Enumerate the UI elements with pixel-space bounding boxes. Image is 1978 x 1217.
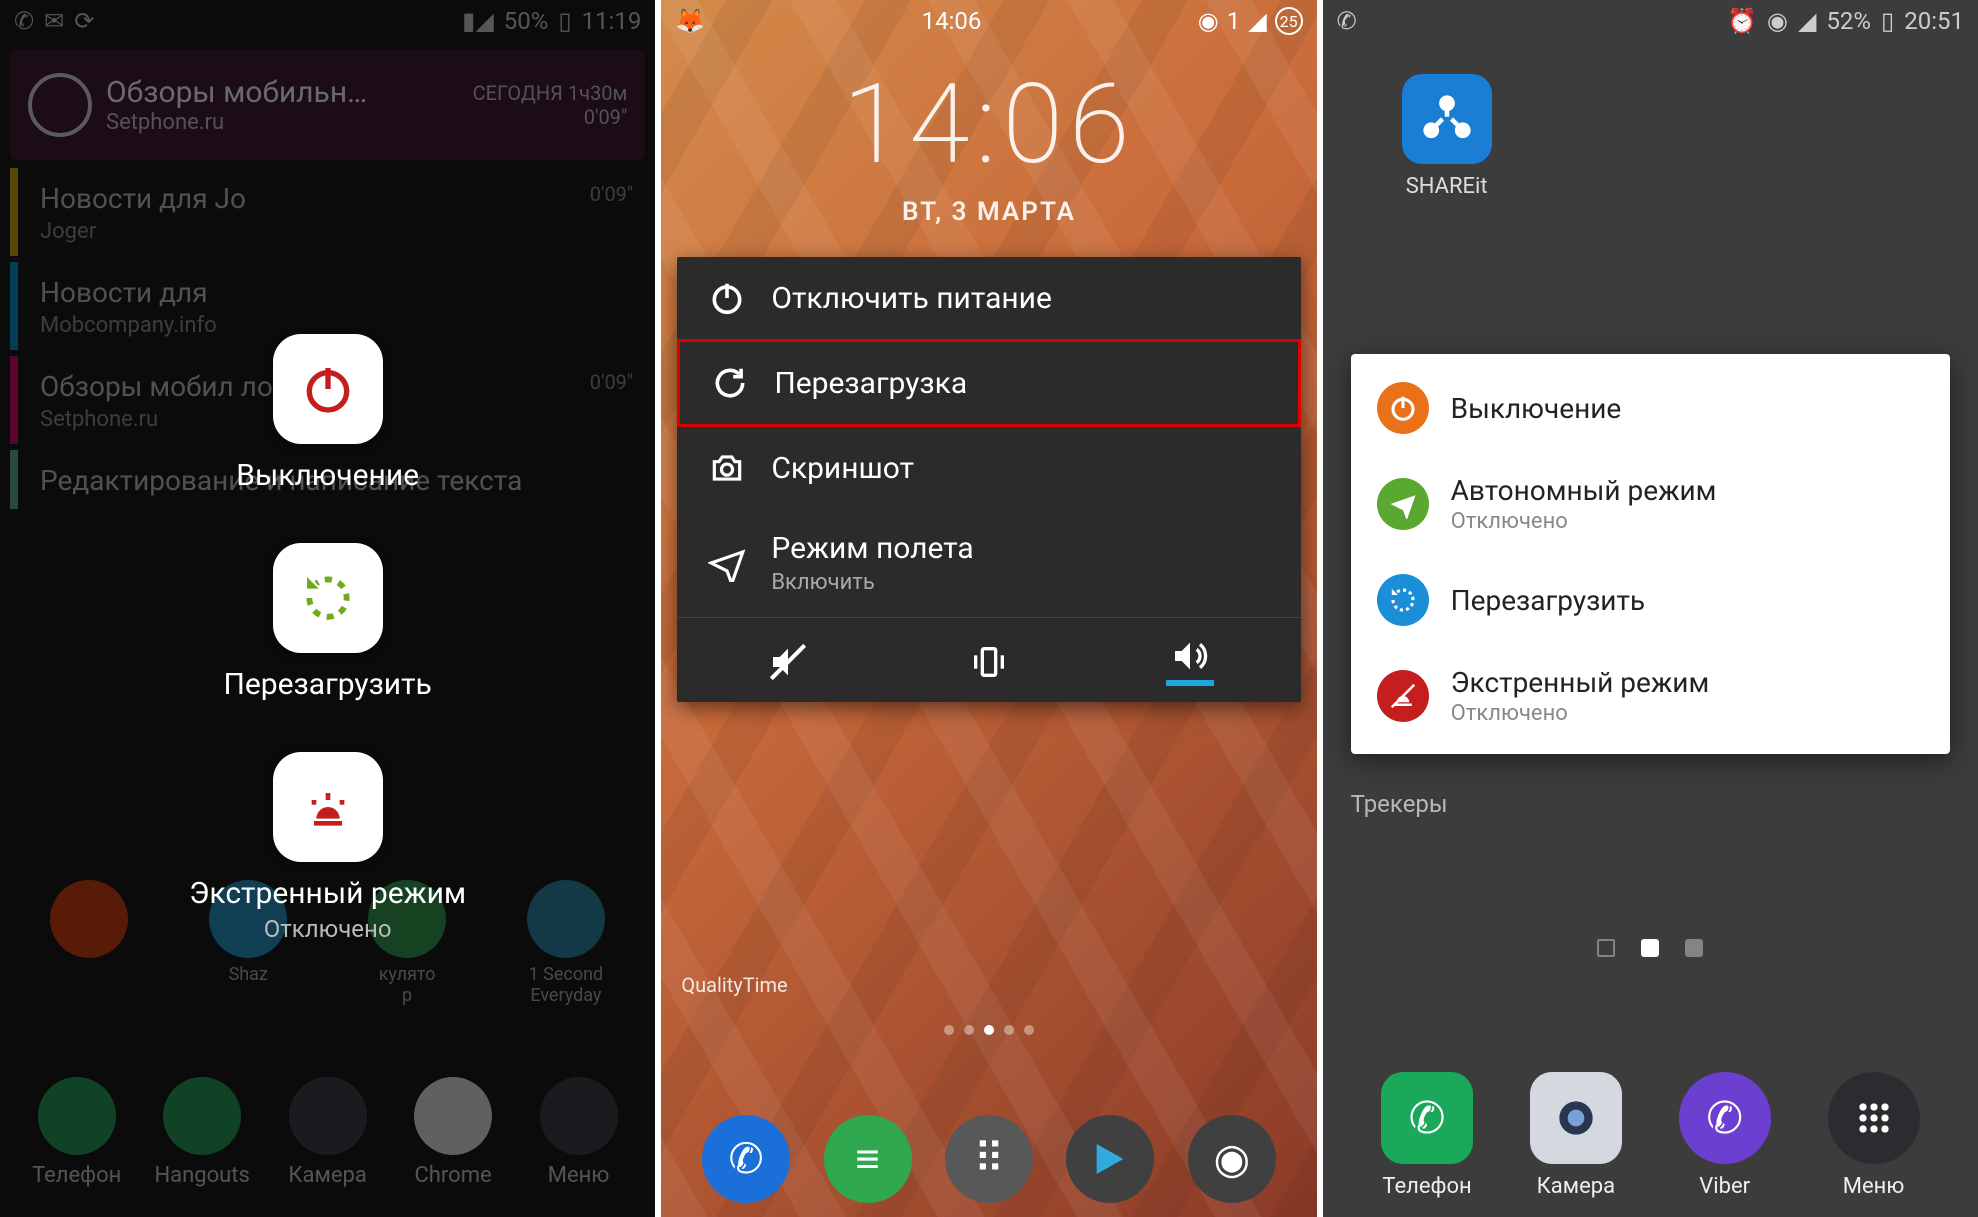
dock-label: Viber	[1679, 1174, 1771, 1199]
dock-label: Камера	[1530, 1174, 1622, 1199]
dock-messages[interactable]: ≡	[824, 1115, 912, 1203]
emergency-sub: Отключено	[189, 915, 466, 943]
emergency-item[interactable]: Экстренный режим Отключено	[189, 752, 466, 943]
airplane-icon	[705, 544, 749, 582]
menu-power-off[interactable]: Отключить питание	[677, 257, 1300, 339]
dock-camera[interactable]: Камера	[1530, 1072, 1622, 1199]
popup-power-off[interactable]: Выключение	[1351, 362, 1950, 454]
shareit-icon	[1402, 74, 1492, 164]
qualitytime-label: QualityTime	[681, 973, 787, 997]
badge-count: 25	[1275, 7, 1303, 35]
home-page-icon[interactable]	[1597, 939, 1615, 957]
battery-icon: ▯	[1881, 7, 1894, 35]
lock-clock: 14:06	[661, 60, 1316, 189]
menu-label: Перезагрузка	[774, 366, 967, 401]
menu-airplane[interactable]: Режим полета Включить	[677, 509, 1300, 617]
phone-2-generic-power-menu: 🦊 14:06 ◉ 1 ◢ 25 14:06 ВТ, 3 МАРТА Отклю…	[661, 0, 1316, 1217]
emergency-label: Экстренный режим	[189, 876, 466, 911]
power-off-item[interactable]: Выключение	[236, 334, 419, 493]
menu-label: Отключить питание	[771, 281, 1052, 316]
dock: ✆ Телефон Камера ✆ Viber Меню	[1323, 1072, 1978, 1199]
page-dot[interactable]	[1641, 939, 1659, 957]
menu-label: Скриншот	[771, 451, 914, 486]
restart-icon	[273, 543, 383, 653]
mute-button[interactable]	[764, 638, 812, 686]
popup-title: Автономный режим	[1451, 474, 1717, 507]
menu-screenshot[interactable]: Скриншот	[677, 427, 1300, 509]
airplane-icon	[1377, 478, 1429, 530]
menu-label: Режим полета	[771, 531, 973, 566]
popup-title: Выключение	[1451, 392, 1622, 425]
status-time: 20:51	[1904, 7, 1964, 35]
dock-viber[interactable]: ✆ Viber	[1679, 1072, 1771, 1199]
restart-label: Перезагрузить	[223, 667, 431, 702]
power-icon	[705, 279, 749, 317]
dock-apps[interactable]: ⠿	[945, 1115, 1033, 1203]
dock-menu[interactable]: Меню	[1828, 1072, 1920, 1199]
alarm-icon: ⏰	[1727, 7, 1757, 35]
trackers-folder-label: Трекеры	[1351, 790, 1448, 818]
wifi-icon: ◉	[1198, 7, 1219, 35]
page-indicator	[661, 1025, 1316, 1035]
dock-chrome[interactable]: ◉	[1188, 1115, 1276, 1203]
shareit-label: SHAREit	[1387, 174, 1507, 199]
popup-airplane[interactable]: Автономный режим Отключено	[1351, 454, 1950, 554]
menu-sublabel: Включить	[771, 570, 973, 595]
sound-button[interactable]	[1166, 638, 1214, 686]
wifi-icon: ◉	[1767, 7, 1788, 35]
dock-phone[interactable]: ✆	[702, 1115, 790, 1203]
dock-label: Телефон	[1381, 1174, 1473, 1199]
power-menu-popup: Выключение Автономный режим Отключено Пе…	[1351, 354, 1950, 754]
page-dot[interactable]	[1685, 939, 1703, 957]
viber-status-icon: ✆	[1337, 7, 1357, 35]
vibrate-button[interactable]	[965, 638, 1013, 686]
power-menu-overlay: Выключение Перезагрузить Экстренный режи…	[0, 0, 655, 1217]
status-time: 14:06	[922, 7, 982, 35]
battery-percent: 52%	[1826, 7, 1871, 35]
phone-1-samsung-power-menu: ✆ ✉ ⟳ ▮◢ 50% ▯ 11:19 Обзоры мобильн… Set…	[0, 0, 655, 1217]
popup-emergency[interactable]: Экстренный режим Отключено	[1351, 646, 1950, 746]
dock-play[interactable]	[1066, 1115, 1154, 1203]
popup-title: Экстренный режим	[1451, 666, 1710, 699]
lock-date: ВТ, 3 МАРТА	[661, 197, 1316, 227]
sound-mode-row	[677, 617, 1300, 702]
status-bar: 🦊 14:06 ◉ 1 ◢ 25	[661, 0, 1316, 42]
emergency-icon	[273, 752, 383, 862]
emergency-icon	[1377, 670, 1429, 722]
shareit-app[interactable]: SHAREit	[1387, 74, 1507, 199]
power-off-icon	[273, 334, 383, 444]
restart-icon	[1377, 574, 1429, 626]
page-indicator	[1323, 939, 1978, 957]
power-icon	[1377, 382, 1429, 434]
sim-indicator: 1	[1227, 7, 1241, 35]
dock: ✆ ≡ ⠿ ◉	[661, 1115, 1316, 1203]
popup-restart[interactable]: Перезагрузить	[1351, 554, 1950, 646]
power-menu: Отключить питание Перезагрузка Скриншот …	[677, 257, 1300, 702]
phone-3-samsung-power-popup: ✆ ⏰ ◉ ◢ 52% ▯ 20:51 SHAREit Выключение	[1323, 0, 1978, 1217]
restart-item[interactable]: Перезагрузить	[223, 543, 431, 702]
dock-label: Меню	[1828, 1174, 1920, 1199]
signal-icon: ◢	[1248, 7, 1266, 35]
camera-icon	[705, 449, 749, 487]
popup-title: Перезагрузить	[1451, 584, 1645, 617]
popup-sub: Отключено	[1451, 701, 1710, 726]
dock-phone[interactable]: ✆ Телефон	[1381, 1072, 1473, 1199]
popup-sub: Отключено	[1451, 509, 1717, 534]
power-off-label: Выключение	[236, 458, 419, 493]
status-bar: ✆ ⏰ ◉ ◢ 52% ▯ 20:51	[1323, 0, 1978, 42]
menu-restart[interactable]: Перезагрузка	[677, 339, 1300, 427]
restart-icon	[708, 364, 752, 402]
signal-icon: ◢	[1798, 7, 1816, 35]
fox-icon: 🦊	[675, 7, 705, 35]
